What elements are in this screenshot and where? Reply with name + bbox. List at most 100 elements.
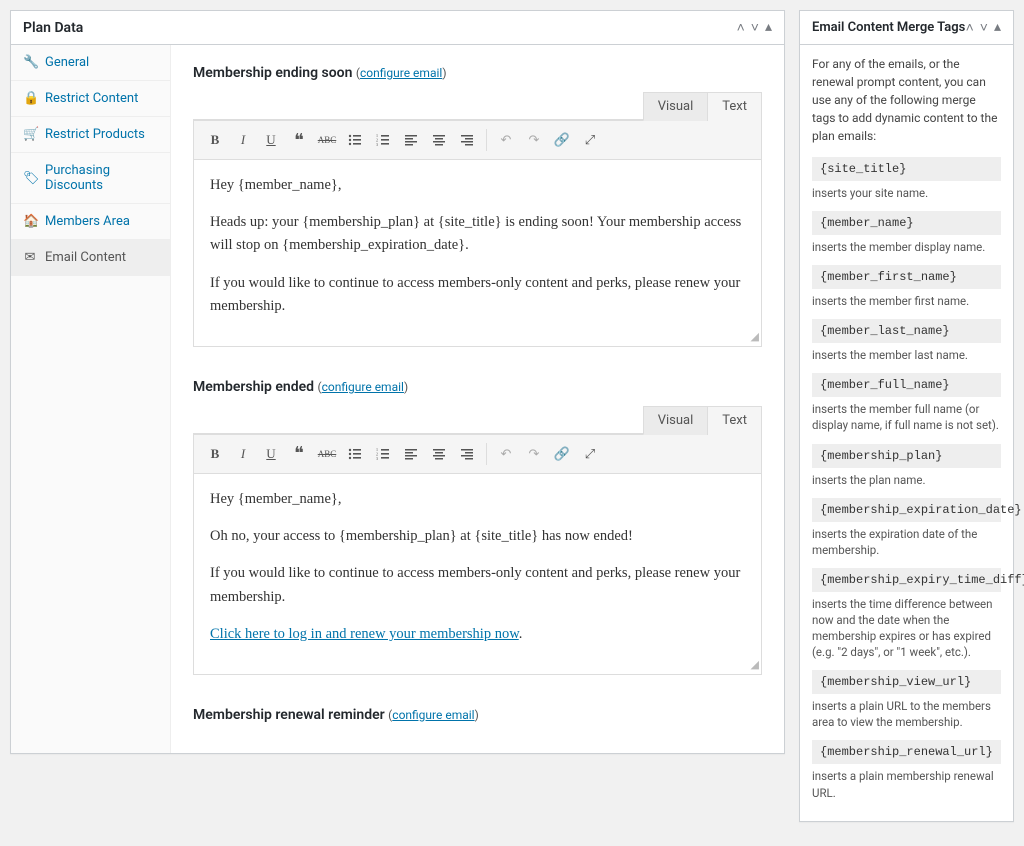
redo-icon[interactable]: ↷ [521, 441, 547, 467]
merge-tag-block: {membership_renewal_url}inserts a plain … [812, 740, 1001, 800]
number-list-icon[interactable]: 123 [370, 127, 396, 153]
italic-icon[interactable]: I [230, 441, 256, 467]
bullet-list-icon[interactable] [342, 127, 368, 153]
editor-content[interactable]: Hey {member_name}, Oh no, your access to… [194, 474, 761, 674]
merge-tag-desc: inserts the plan name. [812, 472, 1001, 488]
merge-tag-desc: inserts a plain membership renewal URL. [812, 768, 1001, 800]
merge-tag-block: {member_full_name}inserts the member ful… [812, 373, 1001, 433]
plan-data-header: Plan Data ˄ ˅ ▴ [11, 11, 784, 45]
tab-label: Purchasing Discounts [45, 163, 158, 193]
align-center-icon[interactable] [426, 127, 452, 153]
bold-icon[interactable]: B [202, 441, 228, 467]
merge-tags-intro: For any of the emails, or the renewal pr… [812, 55, 1001, 145]
merge-tag-block: {member_name}inserts the member display … [812, 211, 1001, 255]
resize-handle-icon[interactable]: ◢ [747, 332, 759, 344]
renew-membership-link[interactable]: Click here to log in and renew your memb… [210, 626, 519, 642]
fullscreen-icon[interactable]: ⤢ [577, 127, 603, 153]
configure-email-link[interactable]: configure email [360, 66, 442, 80]
tab-restrict-products[interactable]: 🛒 Restrict Products [11, 117, 170, 153]
email-section-renewal-reminder: Membership renewal reminder (configure e… [193, 707, 762, 723]
home-icon: 🏠 [23, 214, 37, 229]
merge-tag-code: {member_first_name} [812, 265, 1001, 289]
link-icon[interactable]: 🔗 [549, 127, 575, 153]
merge-tag-desc: inserts the member first name. [812, 293, 1001, 309]
number-list-icon[interactable]: 123 [370, 441, 396, 467]
merge-tag-block: {site_title}inserts your site name. [812, 157, 1001, 201]
editor-toolbar: B I U ❝ ABC 123 ↶ [194, 434, 761, 474]
quote-icon[interactable]: ❝ [286, 127, 312, 153]
merge-tag-desc: inserts the expiration date of the membe… [812, 526, 1001, 558]
email-section-ending-soon: Membership ending soon (configure email)… [193, 65, 762, 347]
undo-icon[interactable]: ↶ [493, 441, 519, 467]
align-left-icon[interactable] [398, 441, 424, 467]
merge-tag-code: {member_name} [812, 211, 1001, 235]
merge-tag-desc: inserts the member display name. [812, 239, 1001, 255]
merge-tags-panel: Email Content Merge Tags ˄ ˅ ▴ For any o… [799, 10, 1014, 822]
align-left-icon[interactable] [398, 127, 424, 153]
wrench-icon: 🔧 [23, 55, 37, 70]
configure-email-link[interactable]: configure email [392, 708, 474, 722]
resize-handle-icon[interactable]: ◢ [747, 660, 759, 672]
plan-content-area: Membership ending soon (configure email)… [171, 45, 784, 753]
align-center-icon[interactable] [426, 441, 452, 467]
editor-tab-visual[interactable]: Visual [643, 406, 709, 435]
merge-tag-code: {membership_renewal_url} [812, 740, 1001, 764]
underline-icon[interactable]: U [258, 441, 284, 467]
email-paragraph: Oh no, your access to {membership_plan} … [210, 525, 745, 548]
panel-move-up-icon[interactable]: ˄ [737, 19, 745, 36]
email-paragraph: If you would like to continue to access … [210, 272, 745, 318]
merge-tags-title: Email Content Merge Tags [812, 20, 965, 35]
section-title: Membership ended [193, 379, 314, 395]
tab-email-content[interactable]: ✉ Email Content [11, 240, 170, 276]
merge-tag-block: {membership_expiry_time_diff}inserts the… [812, 568, 1001, 660]
merge-tag-desc: inserts your site name. [812, 185, 1001, 201]
strike-icon[interactable]: ABC [314, 127, 340, 153]
merge-tags-header: Email Content Merge Tags ˄ ˅ ▴ [800, 11, 1013, 45]
svg-text:3: 3 [376, 456, 378, 461]
bold-icon[interactable]: B [202, 127, 228, 153]
tab-label: Restrict Products [45, 127, 145, 142]
quote-icon[interactable]: ❝ [286, 441, 312, 467]
italic-icon[interactable]: I [230, 127, 256, 153]
bullet-list-icon[interactable] [342, 441, 368, 467]
panel-move-down-icon[interactable]: ˅ [751, 19, 759, 36]
panel-toggle-icon[interactable]: ▴ [765, 19, 772, 36]
merge-tag-block: {member_last_name}inserts the member las… [812, 319, 1001, 363]
tab-restrict-content[interactable]: 🔒 Restrict Content [11, 81, 170, 117]
tab-label: General [45, 55, 89, 70]
merge-tag-code: {membership_expiry_time_diff} [812, 568, 1001, 592]
editor-tab-visual[interactable]: Visual [643, 92, 709, 121]
tab-general[interactable]: 🔧 General [11, 45, 170, 81]
section-title: Membership ending soon [193, 65, 352, 81]
panel-move-down-icon[interactable]: ˅ [980, 19, 988, 36]
configure-email-link[interactable]: configure email [322, 380, 404, 394]
section-title: Membership renewal reminder [193, 707, 385, 723]
align-right-icon[interactable] [454, 127, 480, 153]
plan-data-title: Plan Data [23, 20, 83, 36]
svg-text:3: 3 [376, 142, 378, 147]
merge-tag-code: {membership_expiration_date} [812, 498, 1001, 522]
editor-tab-text[interactable]: Text [707, 92, 762, 121]
redo-icon[interactable]: ↷ [521, 127, 547, 153]
underline-icon[interactable]: U [258, 127, 284, 153]
merge-tag-desc: inserts the member full name (or display… [812, 401, 1001, 433]
merge-tag-desc: inserts a plain URL to the members area … [812, 698, 1001, 730]
merge-tag-block: {membership_plan}inserts the plan name. [812, 444, 1001, 488]
tab-members-area[interactable]: 🏠 Members Area [11, 204, 170, 240]
email-section-ended: Membership ended (configure email) Visua… [193, 379, 762, 675]
align-right-icon[interactable] [454, 441, 480, 467]
tag-icon: 🏷 [23, 171, 37, 186]
tab-label: Restrict Content [45, 91, 138, 106]
email-paragraph: If you would like to continue to access … [210, 562, 745, 608]
merge-tag-block: {member_first_name}inserts the member fi… [812, 265, 1001, 309]
panel-move-up-icon[interactable]: ˄ [966, 19, 974, 36]
link-icon[interactable]: 🔗 [549, 441, 575, 467]
panel-toggle-icon[interactable]: ▴ [994, 19, 1001, 36]
merge-tag-desc: inserts the member last name. [812, 347, 1001, 363]
undo-icon[interactable]: ↶ [493, 127, 519, 153]
strike-icon[interactable]: ABC [314, 441, 340, 467]
editor-content[interactable]: Hey {member_name}, Heads up: your {membe… [194, 160, 761, 346]
editor-tab-text[interactable]: Text [707, 406, 762, 435]
fullscreen-icon[interactable]: ⤢ [577, 441, 603, 467]
tab-purchasing-discounts[interactable]: 🏷 Purchasing Discounts [11, 153, 170, 204]
